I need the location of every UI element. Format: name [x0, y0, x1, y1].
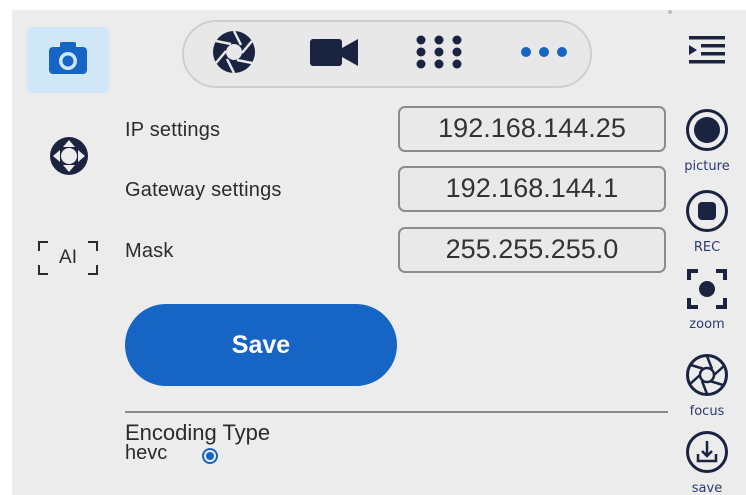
- grid-button[interactable]: [409, 32, 469, 76]
- ptz-control-icon[interactable]: [48, 135, 90, 177]
- focus-button[interactable]: focus: [677, 353, 737, 419]
- ai-label: AI: [59, 247, 77, 268]
- indicator-dot: [668, 10, 672, 14]
- save-tool-label: save: [691, 481, 723, 495]
- radio-selected-dot: [206, 452, 214, 460]
- picture-label: picture: [684, 159, 730, 174]
- download-icon: [685, 430, 729, 479]
- photo-mode-tab[interactable]: [27, 27, 109, 93]
- stop-record-icon: [685, 189, 729, 238]
- rec-label: REC: [693, 240, 721, 255]
- menu-collapse-icon: [687, 34, 727, 71]
- video-camera-icon: [308, 34, 360, 75]
- mask-label: Mask: [125, 240, 174, 262]
- menu-button[interactable]: [677, 34, 737, 71]
- ai-mode-button[interactable]: AI: [37, 239, 99, 277]
- save-button[interactable]: Save: [125, 304, 397, 386]
- aperture-button[interactable]: [204, 29, 264, 76]
- save-tool-button[interactable]: save: [677, 430, 737, 495]
- zoom-focus-frame-icon: [686, 268, 728, 315]
- gateway-address-field[interactable]: 192.168.144.1: [398, 166, 666, 212]
- camera-settings-screen: AI IP settings 192.168.144.25 Gateway se…: [12, 10, 746, 495]
- focus-label: focus: [689, 404, 725, 419]
- aperture-icon: [211, 29, 257, 80]
- video-mode-button[interactable]: [304, 32, 364, 76]
- hevc-radio[interactable]: [202, 448, 218, 464]
- picture-button[interactable]: picture: [677, 108, 737, 174]
- grid-icon: [414, 34, 464, 75]
- gateway-settings-label: Gateway settings: [125, 179, 282, 201]
- hevc-option-label[interactable]: hevc: [125, 442, 167, 465]
- rec-button[interactable]: REC: [677, 189, 737, 255]
- divider: [125, 411, 668, 413]
- more-icon: [519, 45, 569, 64]
- mask-field[interactable]: 255.255.255.0: [398, 227, 666, 273]
- record-picture-icon: [685, 108, 729, 157]
- mode-bar: [182, 20, 592, 88]
- zoom-button[interactable]: zoom: [677, 268, 737, 332]
- camera-icon: [47, 40, 89, 81]
- ip-settings-label: IP settings: [125, 119, 221, 141]
- focus-aperture-icon: [685, 353, 729, 402]
- zoom-label: zoom: [689, 317, 725, 332]
- ip-address-field[interactable]: 192.168.144.25: [398, 106, 666, 152]
- more-button[interactable]: [514, 32, 574, 76]
